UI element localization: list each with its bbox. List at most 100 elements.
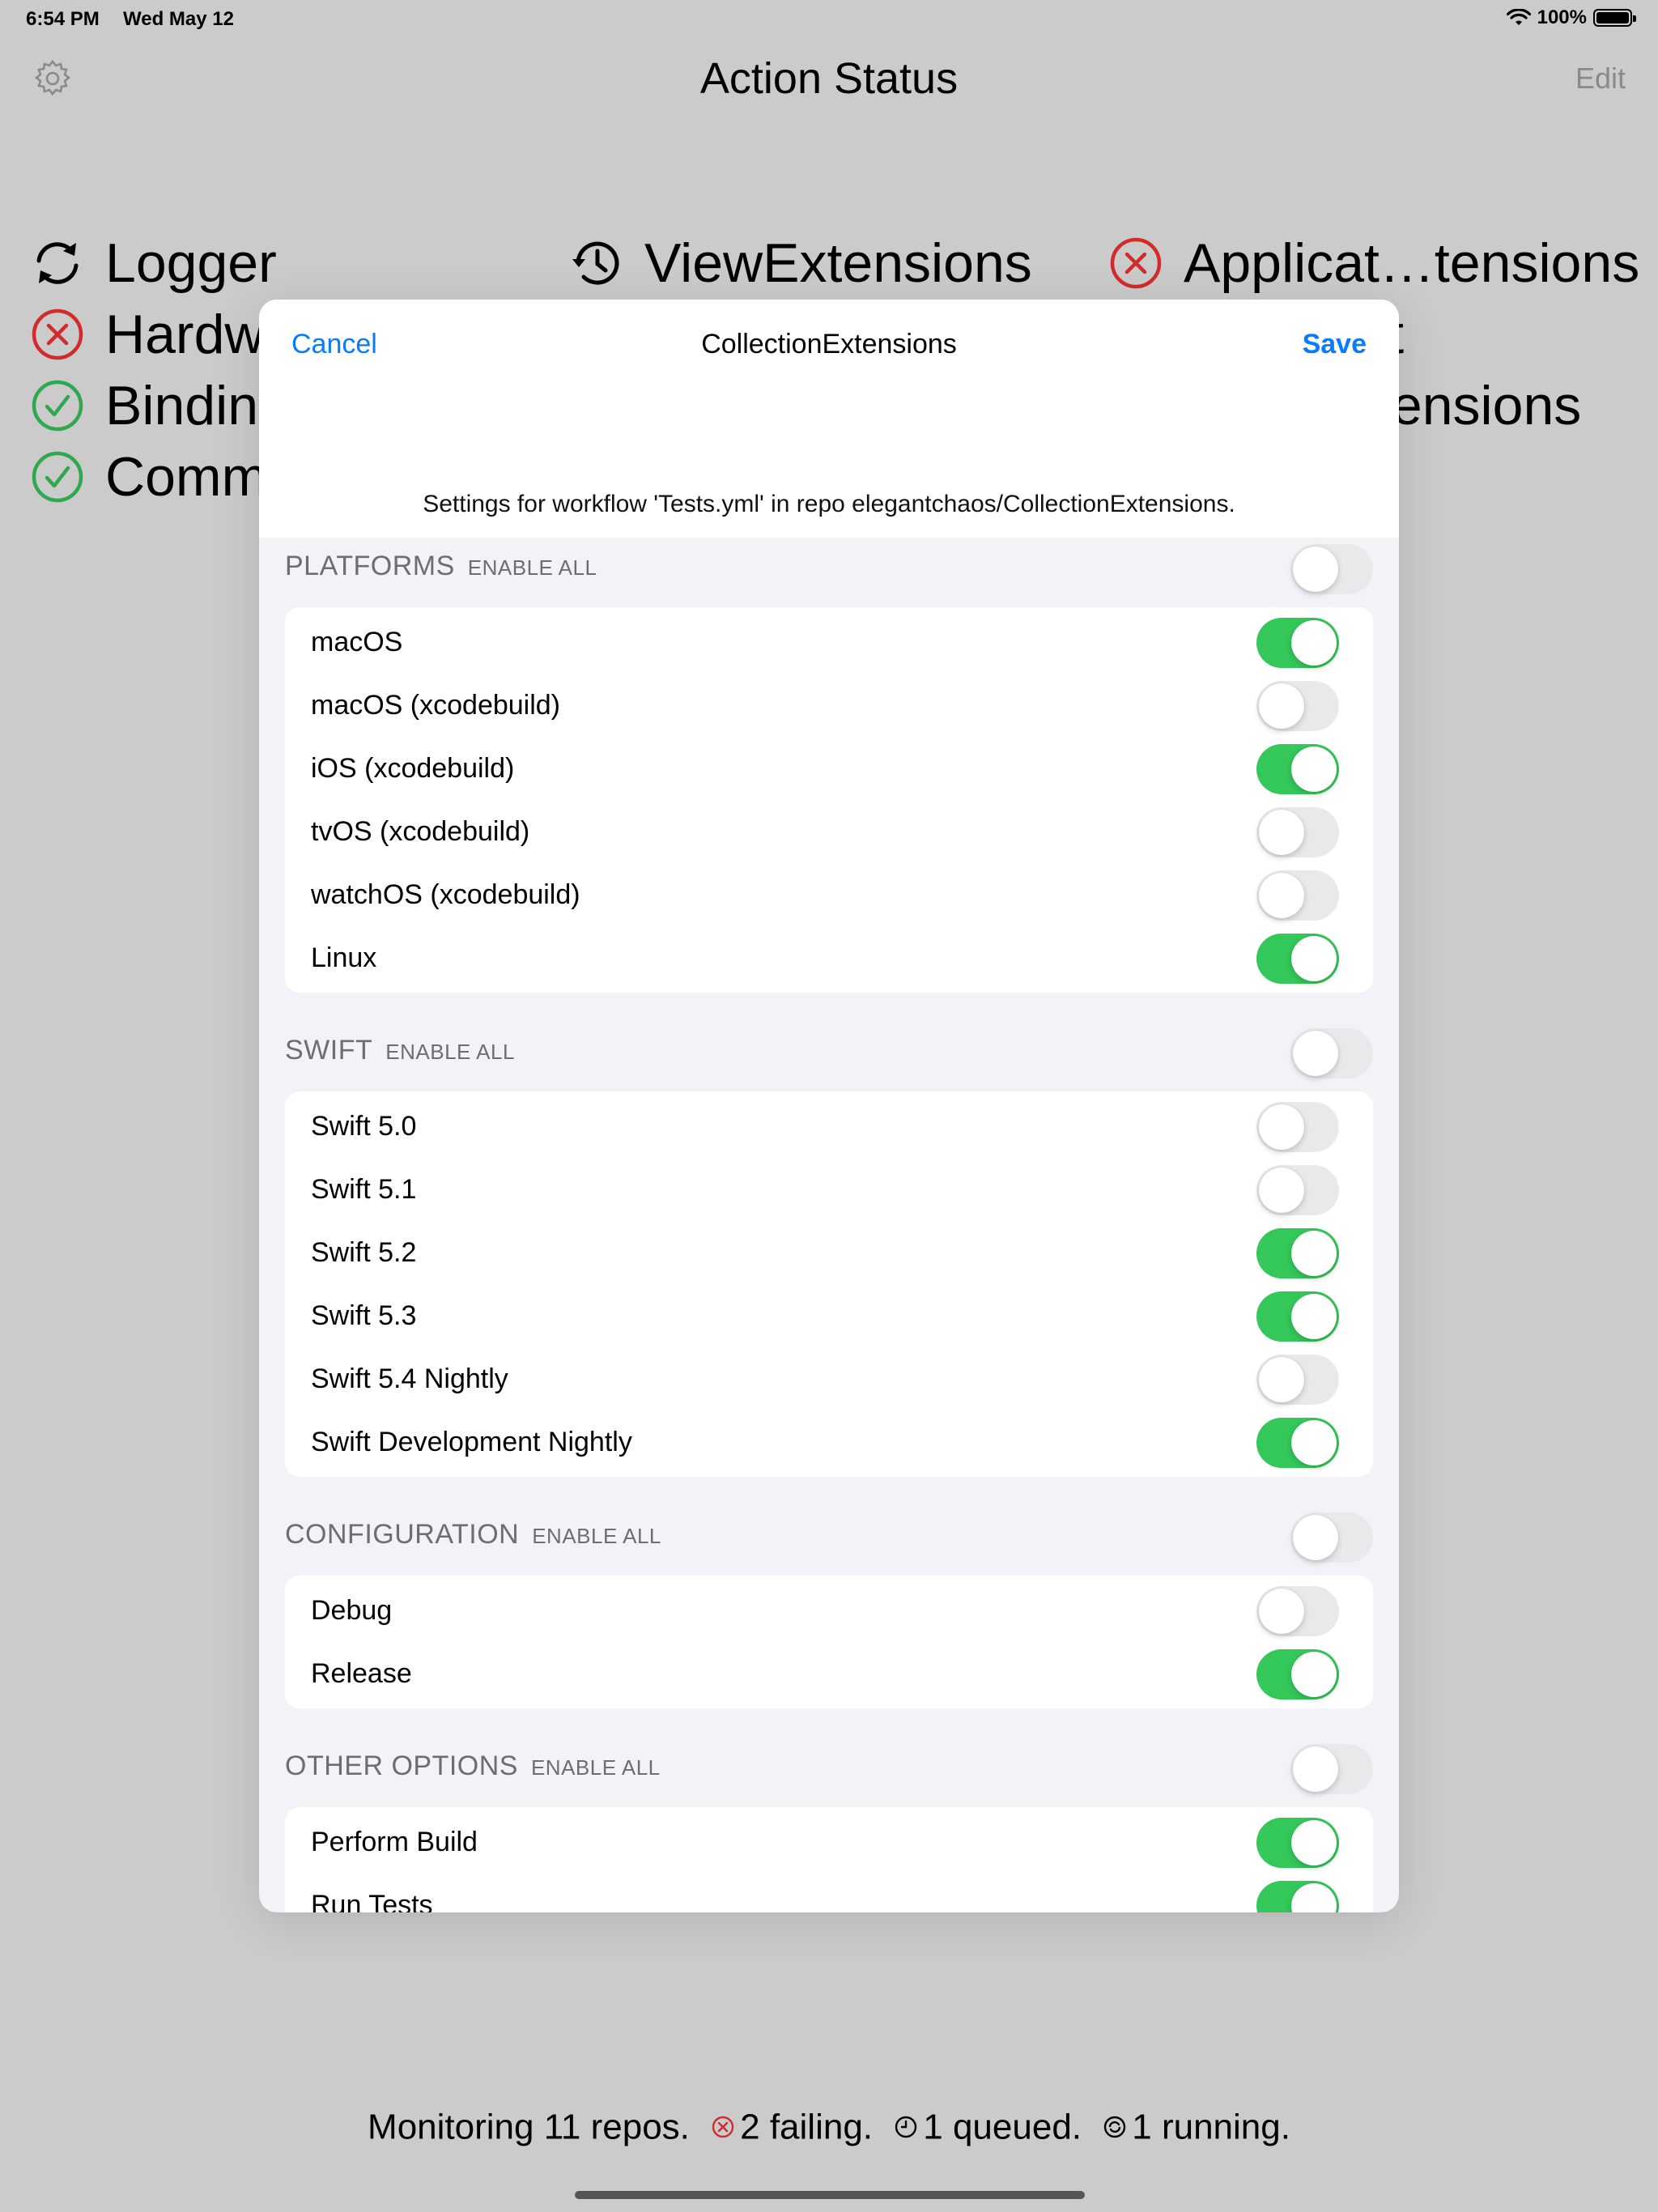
sheet-title: CollectionExtensions xyxy=(701,329,957,359)
status-bar: 6:54 PM Wed May 12 100% xyxy=(0,0,1658,39)
edit-button[interactable]: Edit xyxy=(1575,62,1626,96)
toggle-knob xyxy=(1291,1652,1337,1697)
setting-label: macOS xyxy=(311,627,403,657)
setting-toggle-run-tests[interactable] xyxy=(1256,1881,1339,1912)
home-indicator[interactable] xyxy=(575,2191,1085,2199)
toggle-knob xyxy=(1291,620,1337,666)
section-header-platforms: PLATFORMS ENABLE ALL xyxy=(285,538,1373,594)
repo-item-logger[interactable]: Logger xyxy=(31,232,277,295)
repo-item-bindings[interactable]: Binding xyxy=(31,374,289,437)
toggle-knob xyxy=(1291,936,1337,981)
setting-label: Run Tests xyxy=(311,1890,433,1912)
x-circle-icon xyxy=(1109,236,1163,290)
setting-row-swift-5-4-nightly: Swift 5.4 Nightly xyxy=(285,1347,1373,1410)
wifi-icon xyxy=(1506,9,1531,25)
section-header-configuration: CONFIGURATION ENABLE ALL xyxy=(285,1506,1373,1563)
section-title-text: OTHER OPTIONS xyxy=(285,1750,518,1781)
enable-all-label: ENABLE ALL xyxy=(532,1524,661,1548)
setting-toggle-macos[interactable] xyxy=(1256,618,1339,668)
setting-row-linux: Linux xyxy=(285,926,1373,989)
enable-all-label: ENABLE ALL xyxy=(530,1755,661,1780)
enable-all-label: ENABLE ALL xyxy=(385,1040,515,1064)
setting-row-ios-xcodebuild: iOS (xcodebuild) xyxy=(285,737,1373,800)
setting-toggle-swift-5-1[interactable] xyxy=(1256,1165,1339,1215)
battery-icon xyxy=(1593,9,1636,27)
workflow-settings-sheet: Cancel CollectionExtensions Save Setting… xyxy=(259,300,1399,1912)
setting-label: Linux xyxy=(311,942,377,973)
running-icon xyxy=(1104,2116,1126,2138)
setting-label: Swift Development Nightly xyxy=(311,1427,632,1457)
setting-toggle-tvos-xcodebuild[interactable] xyxy=(1256,807,1339,857)
battery-percent: 100% xyxy=(1537,6,1587,28)
setting-label: tvOS (xcodebuild) xyxy=(311,816,530,847)
section-title: OTHER OPTIONS ENABLE ALL xyxy=(285,1750,661,1782)
summary-monitoring: Monitoring 11 repos. xyxy=(368,2107,690,2147)
toggle-knob xyxy=(1259,873,1304,918)
setting-label: Release xyxy=(311,1658,412,1689)
repo-item-partial-tensions[interactable]: tensions xyxy=(1376,374,1581,437)
x-circle-icon xyxy=(712,2116,734,2138)
repo-item-viewextensions[interactable]: ViewExtensions xyxy=(570,232,1032,295)
toggle-knob xyxy=(1293,1031,1338,1076)
setting-row-run-tests: Run Tests xyxy=(285,1874,1373,1912)
repo-item-commands[interactable]: Comm xyxy=(31,445,267,508)
repo-item-applicationextensions[interactable]: Applicat…tensions xyxy=(1109,232,1639,295)
toggle-knob xyxy=(1291,1883,1337,1912)
repo-name: Applicat…tensions xyxy=(1184,232,1640,294)
setting-label: Swift 5.3 xyxy=(311,1300,417,1331)
section-group-swift: Swift 5.0 Swift 5.1 Swift 5.2 Swift 5.3 Swif… xyxy=(285,1091,1373,1477)
setting-label: macOS (xcodebuild) xyxy=(311,690,561,721)
toggle-knob xyxy=(1259,1357,1304,1402)
section-title: CONFIGURATION ENABLE ALL xyxy=(285,1519,661,1551)
section-group-other-options: Perform Build Run Tests xyxy=(285,1807,1373,1912)
section-title-text: CONFIGURATION xyxy=(285,1519,520,1550)
setting-toggle-swift-5-3[interactable] xyxy=(1256,1291,1339,1342)
toggle-knob xyxy=(1259,1168,1304,1213)
setting-toggle-linux[interactable] xyxy=(1256,934,1339,984)
setting-toggle-macos-xcodebuild[interactable] xyxy=(1256,681,1339,731)
setting-toggle-swift-5-4-nightly[interactable] xyxy=(1256,1355,1339,1405)
toggle-knob xyxy=(1291,1820,1337,1865)
setting-toggle-watchos-xcodebuild[interactable] xyxy=(1256,870,1339,921)
enable-all-toggle-other-options[interactable] xyxy=(1290,1744,1373,1794)
save-button[interactable]: Save xyxy=(1303,329,1367,360)
setting-row-release: Release xyxy=(285,1642,1373,1705)
setting-toggle-swift-5-2[interactable] xyxy=(1256,1228,1339,1278)
check-circle-icon xyxy=(31,450,84,504)
sheet-header: Cancel CollectionExtensions Save Setting… xyxy=(259,300,1399,538)
toggle-knob xyxy=(1291,1420,1337,1465)
section-group-configuration: Debug Release xyxy=(285,1576,1373,1708)
toggle-knob xyxy=(1259,810,1304,855)
setting-row-swift-5-1: Swift 5.1 xyxy=(285,1158,1373,1221)
setting-toggle-swift-5-0[interactable] xyxy=(1256,1102,1339,1152)
status-right: 100% xyxy=(1506,6,1636,29)
workflow-description: Settings for workflow 'Tests.yml' in rep… xyxy=(423,491,1235,517)
toggle-knob xyxy=(1291,747,1337,792)
setting-label: Perform Build xyxy=(311,1827,478,1857)
setting-row-debug: Debug xyxy=(285,1579,1373,1642)
setting-toggle-ios-xcodebuild[interactable] xyxy=(1256,744,1339,794)
setting-toggle-debug[interactable] xyxy=(1256,1586,1339,1636)
enable-all-toggle-swift[interactable] xyxy=(1290,1028,1373,1078)
setting-label: Swift 5.0 xyxy=(311,1111,417,1142)
enable-all-toggle-configuration[interactable] xyxy=(1290,1512,1373,1563)
setting-row-tvos-xcodebuild: tvOS (xcodebuild) xyxy=(285,800,1373,863)
clock-icon xyxy=(895,2116,917,2138)
setting-toggle-perform-build[interactable] xyxy=(1256,1818,1339,1868)
enable-all-toggle-platforms[interactable] xyxy=(1290,544,1373,594)
setting-label: Swift 5.1 xyxy=(311,1174,417,1205)
toggle-knob xyxy=(1259,1589,1304,1634)
repo-name: Comm xyxy=(105,446,268,508)
page-title: Action Status xyxy=(699,54,959,103)
setting-label: Debug xyxy=(311,1595,393,1626)
setting-row-swift-development-nightly: Swift Development Nightly xyxy=(285,1410,1373,1474)
setting-toggle-swift-development-nightly[interactable] xyxy=(1256,1418,1339,1468)
status-date: Wed May 12 xyxy=(123,8,234,30)
section-header-swift: SWIFT ENABLE ALL xyxy=(285,1022,1373,1078)
setting-toggle-release[interactable] xyxy=(1256,1649,1339,1699)
enable-all-label: ENABLE ALL xyxy=(467,555,597,580)
setting-row-watchos-xcodebuild: watchOS (xcodebuild) xyxy=(285,863,1373,926)
status-summary: Monitoring 11 repos. 2 failing. 1 queued… xyxy=(0,2105,1658,2147)
toggle-knob xyxy=(1293,1515,1338,1560)
repo-item-hardware[interactable]: Hardw xyxy=(31,303,265,366)
